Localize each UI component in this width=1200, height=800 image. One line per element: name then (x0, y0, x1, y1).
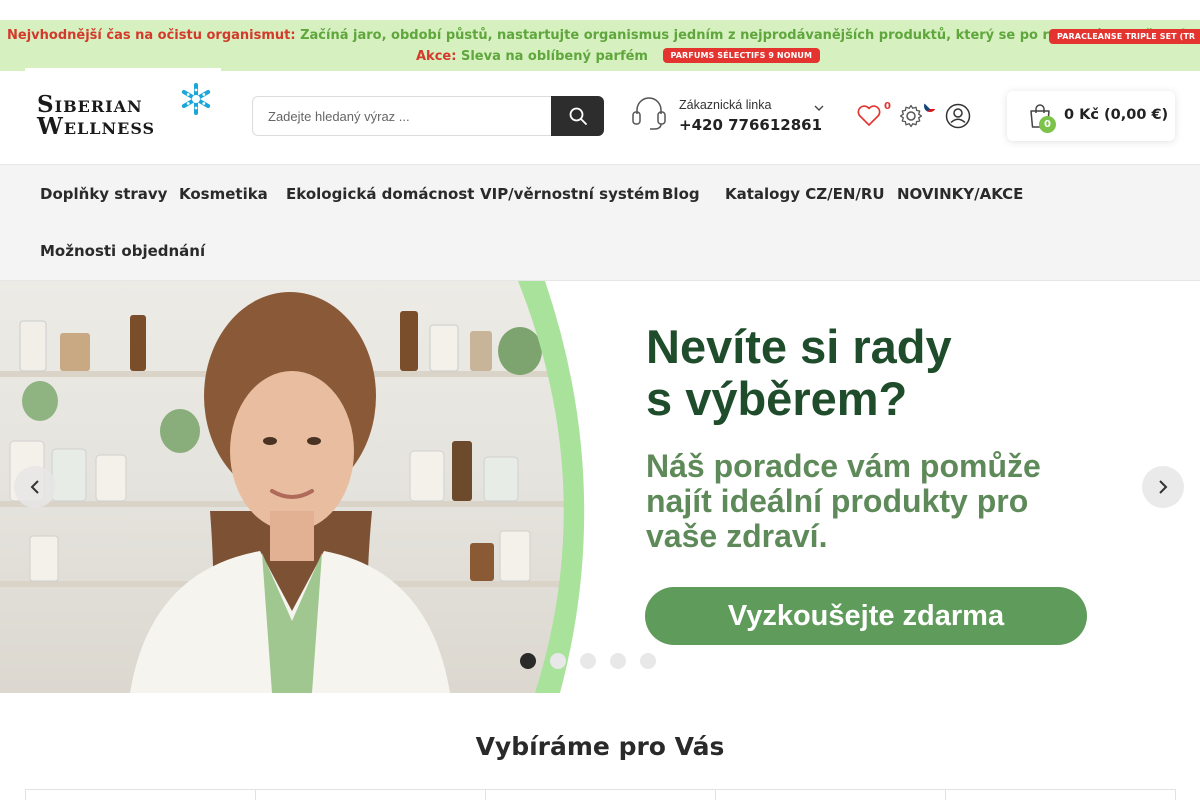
section-title: Vybíráme pro Vás (475, 732, 725, 761)
hotline-label: Zákaznická linka (679, 98, 772, 112)
hero-headline-line-2: s výběrem? (646, 372, 908, 425)
product-card[interactable] (485, 789, 716, 800)
product-cards-row (25, 789, 1176, 800)
nav-item-catalogs[interactable]: Katalogy CZ/EN/RU (725, 185, 885, 203)
logo-line-2: Wellness (37, 113, 156, 140)
hero-headline: Nevíte si rady s výběrem? (646, 321, 1166, 425)
product-card[interactable] (945, 789, 1176, 800)
chevron-right-icon (1159, 480, 1168, 494)
main-navigation: Doplňky stravy Kosmetika Ekologická domá… (0, 164, 1200, 281)
hero-subheadline: Náš poradce vám pomůže najít ideální pro… (646, 449, 1126, 554)
promo-badge-paracleanse[interactable]: PARACLEANSE TRIPLE SET (TR (1049, 29, 1200, 44)
slider-dot-5[interactable] (640, 653, 656, 669)
nav-item-eco-household[interactable]: Ekologická domácnost (286, 185, 474, 203)
nav-item-blog[interactable]: Blog (662, 185, 700, 203)
promo-line-secondary: Akce: Sleva na oblíbený parfém PARFUMS S… (416, 48, 821, 64)
promo-highlight: Nejvhodnější čas na očistu organismut: (7, 28, 296, 43)
hero-subheadline-line-2: najít ideální produkty pro (646, 483, 1029, 519)
slider-dot-3[interactable] (580, 653, 596, 669)
chevron-down-icon[interactable] (814, 104, 824, 112)
nav-item-vip-loyalty[interactable]: VIP/věrnostní systém (480, 185, 660, 203)
promo-sale-label: Akce: (416, 49, 457, 64)
hotline-number[interactable]: +420 776612861 (679, 116, 822, 134)
logo-wordmark: Siberian Wellness (37, 93, 156, 140)
hero-slider: Nevíte si rady s výběrem? Náš poradce vá… (0, 281, 1200, 693)
slider-prev-button[interactable] (14, 466, 56, 508)
hero-subheadline-line-1: Náš poradce vám pomůže (646, 448, 1041, 484)
nav-item-ordering-options[interactable]: Možnosti objednání (40, 242, 205, 260)
snowflake-icon (181, 83, 211, 115)
nav-item-supplements[interactable]: Doplňky stravy (40, 185, 167, 203)
heart-icon[interactable] (856, 104, 882, 128)
cart-count-badge: 0 (1039, 116, 1056, 133)
czech-flag-icon[interactable] (924, 100, 936, 112)
slider-dot-4[interactable] (610, 653, 626, 669)
search-input[interactable] (252, 96, 552, 136)
slider-dot-1[interactable] (520, 653, 536, 669)
wishlist-count: 0 (884, 101, 891, 112)
product-card[interactable] (25, 789, 256, 800)
customer-hotline[interactable]: Zákaznická linka +420 776612861 (630, 96, 830, 136)
hero-subheadline-line-3: vaše zdraví. (646, 518, 828, 554)
product-card[interactable] (715, 789, 946, 800)
slider-next-button[interactable] (1142, 466, 1184, 508)
search-icon (569, 107, 587, 125)
gear-icon[interactable] (899, 104, 923, 128)
chevron-left-icon (30, 480, 39, 494)
site-logo[interactable]: Siberian Wellness (25, 68, 221, 164)
slider-dot-2[interactable] (550, 653, 566, 669)
nav-item-cosmetics[interactable]: Kosmetika (179, 185, 268, 203)
search-bar (252, 96, 604, 136)
promo-line-primary: Nejvhodnější čas na očistu organismut: Z… (7, 28, 1200, 44)
promo-bar: Nejvhodnější čas na očistu organismut: Z… (0, 20, 1200, 71)
search-button[interactable] (551, 96, 604, 136)
product-card[interactable] (255, 789, 486, 800)
cart-total: 0 Kč (0,00 €) (1064, 107, 1169, 123)
cart-button[interactable]: 0 0 Kč (0,00 €) (1007, 91, 1175, 141)
promo-sale-message[interactable]: Sleva na oblíbený parfém (461, 49, 648, 64)
headset-icon (632, 97, 666, 130)
hero-cta-button[interactable]: Vyzkoušejte zdarma (645, 587, 1087, 645)
hero-headline-line-1: Nevíte si rady (646, 320, 952, 373)
promo-badge-parfums[interactable]: PARFUMS SÉLECTIFS 9 NONUM (662, 48, 821, 63)
nav-item-news-sales[interactable]: NOVINKY/AKCE (897, 185, 1023, 203)
user-icon[interactable] (945, 103, 971, 129)
